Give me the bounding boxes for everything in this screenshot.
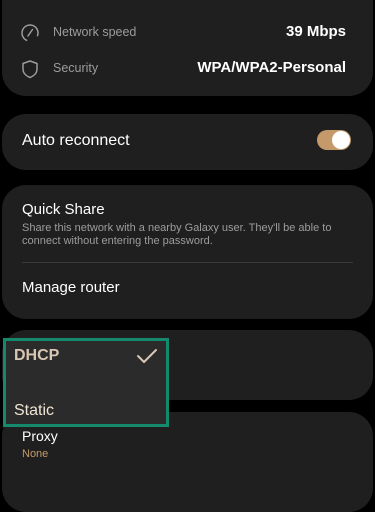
proxy-label: Proxy xyxy=(22,428,58,444)
network-speed-icon xyxy=(21,24,39,42)
quick-share-title[interactable]: Quick Share xyxy=(22,201,105,218)
security-row: Security WPA/WPA2-Personal xyxy=(2,54,373,84)
network-info-card: Network speed 39 Mbps Security WPA/WPA2-… xyxy=(2,0,373,96)
network-speed-label: Network speed xyxy=(53,25,137,39)
security-value: WPA/WPA2-Personal xyxy=(197,59,346,76)
auto-reconnect-row[interactable]: Auto reconnect xyxy=(2,114,373,170)
network-speed-value: 39 Mbps xyxy=(285,23,346,40)
divider xyxy=(22,262,353,263)
dhcp-option[interactable]: DHCP xyxy=(14,347,59,365)
proxy-value: None xyxy=(22,448,49,460)
shield-icon xyxy=(22,60,38,79)
static-option[interactable]: Static xyxy=(14,402,54,420)
proxy-row[interactable]: Proxy None xyxy=(2,412,373,512)
auto-reconnect-toggle[interactable] xyxy=(317,130,351,150)
auto-reconnect-label: Auto reconnect xyxy=(22,132,130,149)
ip-settings-dropdown: DHCP Static xyxy=(3,338,169,427)
check-icon xyxy=(137,349,157,363)
toggle-knob xyxy=(332,131,350,149)
manage-router-button[interactable]: Manage router xyxy=(22,279,120,296)
security-label: Security xyxy=(53,61,99,75)
quick-share-description: Share this network with a nearby Galaxy … xyxy=(22,222,332,247)
share-router-card: Quick Share Share this network with a ne… xyxy=(2,185,373,319)
network-speed-row: Network speed 39 Mbps xyxy=(2,18,373,48)
